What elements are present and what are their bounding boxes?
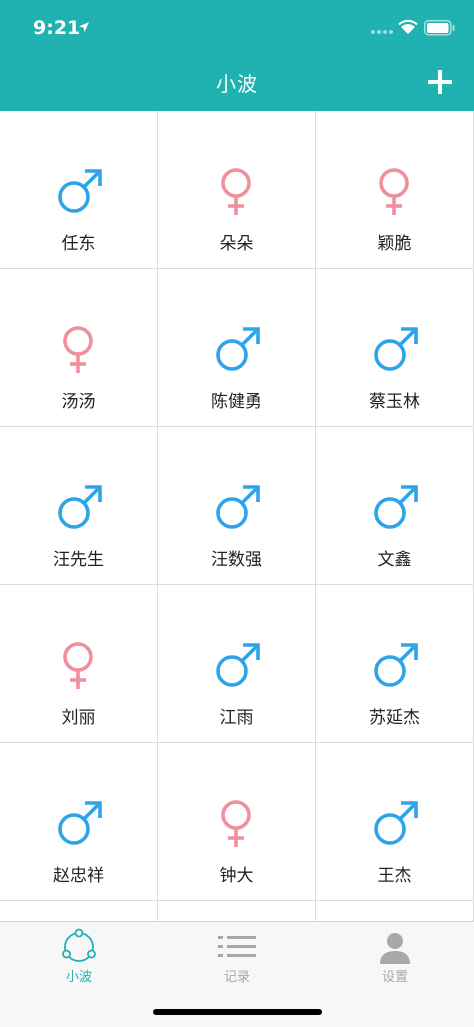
male-icon	[58, 801, 102, 845]
contact-cell[interactable]: 汪数强	[158, 427, 316, 585]
contact-cell[interactable]: 汤汤	[0, 269, 158, 427]
contact-cell[interactable]: 颖脆	[316, 111, 474, 269]
contact-grid: 任东 朵朵 颖脆汤汤 陈健勇 蔡玉林汪先生 汪数强 文鑫刘丽 江雨 苏延杰赵忠祥 钟大 王杰	[0, 111, 474, 921]
contact-cell[interactable]	[316, 901, 474, 921]
person-icon	[380, 933, 410, 964]
tab-settings[interactable]: 设置	[316, 922, 474, 992]
male-icon	[216, 643, 260, 687]
tab-label: 设置	[381, 970, 408, 985]
battery-icon	[424, 20, 455, 36]
male-icon	[374, 485, 418, 529]
location-arrow-icon	[79, 22, 89, 32]
add-button[interactable]	[424, 66, 456, 98]
female-icon	[63, 642, 93, 689]
status-time: 9:21	[33, 17, 81, 39]
contact-name: 文鑫	[377, 550, 412, 570]
list-icon	[218, 936, 256, 957]
contact-cell[interactable]: 钟大	[158, 743, 316, 901]
female-icon	[63, 326, 93, 373]
contact-cell[interactable]: 刘丽	[0, 585, 158, 743]
contact-cell[interactable]: 苏延杰	[316, 585, 474, 743]
tab-label: 记录	[223, 970, 250, 985]
male-icon	[216, 485, 260, 529]
tab-xiaobo[interactable]: 小波	[0, 922, 158, 992]
contact-cell[interactable]: 陈健勇	[158, 269, 316, 427]
contact-name: 钟大	[219, 866, 254, 886]
contact-name: 汪先生	[53, 550, 104, 570]
contact-cell[interactable]: 文鑫	[316, 427, 474, 585]
male-icon	[58, 169, 102, 213]
contact-name: 陈健勇	[211, 392, 262, 412]
female-icon	[221, 168, 251, 215]
female-icon	[379, 168, 409, 215]
home-indicator	[153, 1009, 322, 1015]
contact-cell[interactable]	[158, 901, 316, 921]
contact-cell[interactable]: 朵朵	[158, 111, 316, 269]
contact-name: 刘丽	[61, 708, 96, 728]
contact-name: 任东	[61, 234, 96, 254]
contact-cell[interactable]: 江雨	[158, 585, 316, 743]
contact-name: 苏延杰	[369, 708, 420, 728]
contact-cell[interactable]: 汪先生	[0, 427, 158, 585]
contact-name: 王杰	[377, 866, 412, 886]
tab-label: 小波	[65, 970, 92, 985]
cellular-signal-icon	[371, 30, 393, 34]
wifi-icon	[398, 19, 418, 34]
male-icon	[58, 485, 102, 529]
top-bar: 9:21 小波	[0, 0, 474, 111]
contact-cell[interactable]: 王杰	[316, 743, 474, 901]
female-icon	[221, 800, 251, 847]
contact-cell[interactable]: 赵忠祥	[0, 743, 158, 901]
page-title: 小波	[216, 72, 258, 96]
tab-records[interactable]: 记录	[158, 922, 316, 992]
contact-name: 汪数强	[211, 550, 262, 570]
male-icon	[374, 327, 418, 371]
contact-name: 江雨	[219, 708, 254, 728]
contact-name: 颖脆	[377, 234, 412, 254]
male-icon	[374, 643, 418, 687]
male-icon	[216, 327, 260, 371]
share-network-icon	[62, 928, 96, 962]
contact-name: 朵朵	[219, 234, 254, 254]
contact-cell[interactable]: 蔡玉林	[316, 269, 474, 427]
contact-name: 蔡玉林	[369, 392, 420, 412]
contact-name: 汤汤	[61, 392, 96, 412]
contact-name: 赵忠祥	[53, 866, 104, 886]
contact-cell[interactable]: 任东	[0, 111, 158, 269]
contact-cell[interactable]	[0, 901, 158, 921]
male-icon	[374, 801, 418, 845]
